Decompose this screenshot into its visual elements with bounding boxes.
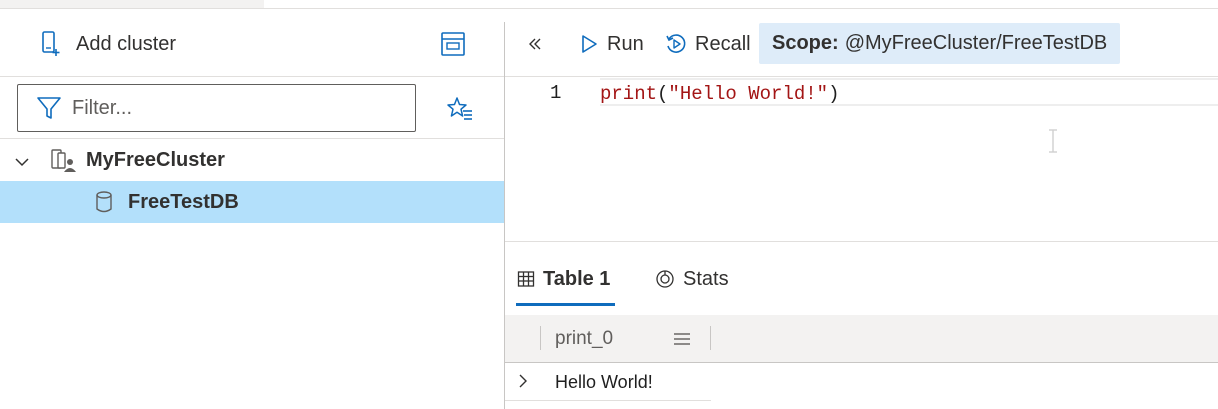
filter-divider: [0, 138, 504, 139]
run-button[interactable]: Run: [579, 29, 644, 59]
recall-button[interactable]: Recall: [665, 29, 751, 59]
database-icon: [96, 191, 112, 213]
add-cluster-button[interactable]: Add cluster: [40, 29, 176, 59]
favorites-button[interactable]: [446, 95, 474, 123]
filter-field[interactable]: [17, 84, 416, 132]
column-resize-handle[interactable]: [710, 326, 711, 350]
results-tabs: Table 1 Stats: [505, 253, 1218, 306]
code-string: "Hello World!": [668, 83, 829, 105]
table-cell: Hello World!: [555, 372, 653, 392]
recall-icon: [666, 34, 686, 53]
tab-stats-label: Stats: [683, 267, 729, 290]
panel-layout-icon: [441, 32, 465, 56]
column-separator: [540, 326, 541, 350]
table-icon: [517, 271, 535, 287]
connection-toolbar: Add cluster: [0, 9, 504, 77]
table-row[interactable]: Hello World!: [505, 363, 711, 401]
code-open-paren: (: [657, 83, 669, 105]
connection-pane: Add cluster Filter... MyFreeCluster Free…: [0, 9, 504, 409]
add-cluster-icon: [42, 31, 60, 56]
code-text[interactable]: print("Hello World!"): [600, 83, 839, 105]
recall-label: Recall: [695, 32, 751, 55]
add-cluster-label: Add cluster: [76, 32, 177, 55]
panel-layout-button[interactable]: [440, 31, 466, 57]
chevron-right-icon[interactable]: [517, 373, 529, 389]
stats-icon: [656, 270, 674, 288]
code-close-paren: ): [828, 83, 840, 105]
column-menu-icon[interactable]: [673, 331, 691, 347]
grid-header: print_0: [505, 315, 1218, 363]
play-icon: [582, 35, 597, 53]
code-function: print: [600, 83, 658, 105]
line-number: 1: [550, 82, 562, 104]
star-list-icon: [447, 97, 472, 120]
collapse-pane-button[interactable]: [527, 29, 543, 59]
tab-table-label: Table 1: [543, 267, 611, 290]
query-editor[interactable]: 1 print("Hello World!"): [505, 78, 1218, 242]
tree-item-database[interactable]: FreeTestDB: [0, 181, 504, 223]
filter-input[interactable]: [72, 96, 392, 120]
chevron-down-icon[interactable]: [14, 154, 30, 170]
filter-icon: [37, 97, 61, 119]
column-header-print-0[interactable]: print_0: [555, 328, 613, 350]
tab-table-1[interactable]: Table 1: [517, 253, 610, 305]
cluster-icon: [51, 149, 76, 172]
query-toolbar: Run Recall Scope: @MyFreeCluster/FreeTes…: [505, 9, 1218, 77]
run-label: Run: [607, 32, 644, 55]
cluster-name: MyFreeCluster: [86, 149, 225, 171]
tree-item-cluster[interactable]: MyFreeCluster: [0, 140, 504, 182]
scope-value: @MyFreeCluster/FreeTestDB: [844, 32, 1108, 54]
database-name: FreeTestDB: [128, 191, 239, 213]
scope-indicator: Scope: @MyFreeCluster/FreeTestDB: [759, 23, 1121, 64]
text-cursor-icon: [1049, 129, 1057, 153]
double-chevron-left-icon: [529, 38, 541, 50]
browser-tab-strip: [0, 0, 264, 9]
current-line[interactable]: print("Hello World!"): [600, 78, 1218, 106]
selected-tab-indicator: [516, 303, 615, 306]
editor-results-divider[interactable]: [505, 241, 1218, 242]
scope-key: Scope:: [772, 32, 839, 54]
tab-stats[interactable]: Stats: [655, 253, 729, 305]
